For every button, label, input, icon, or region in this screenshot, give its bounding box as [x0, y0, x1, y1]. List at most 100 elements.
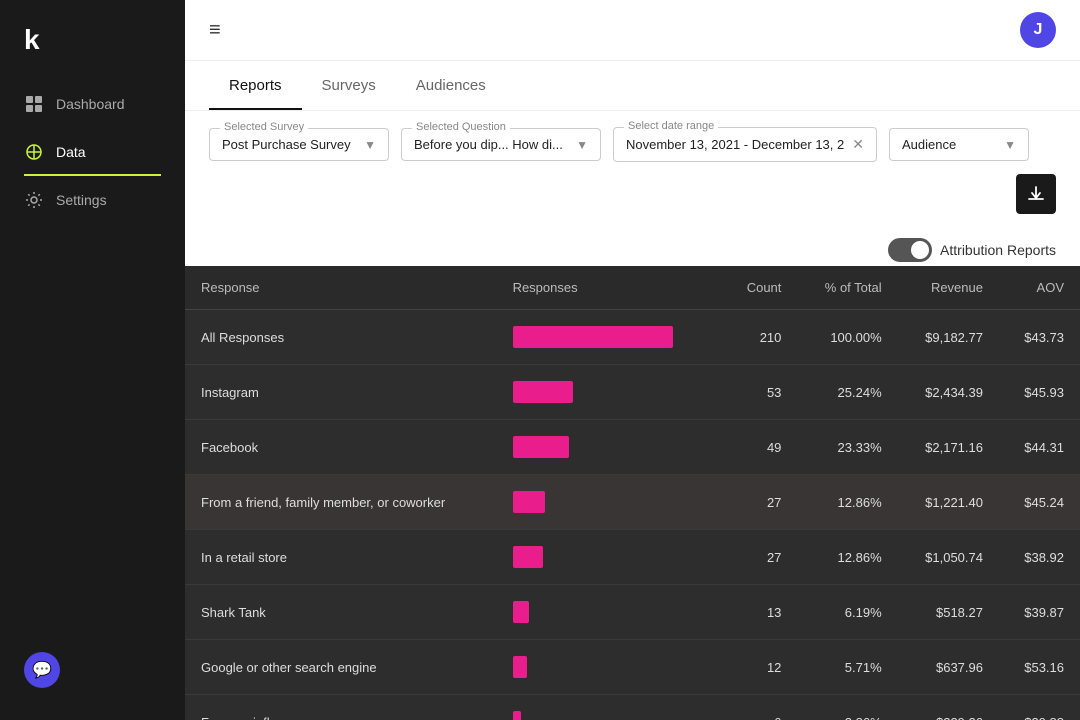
- cell-pct-total: 2.86%: [797, 695, 897, 720]
- toggle-knob: [911, 241, 929, 259]
- table-row: From an influencer62.86%$239.26$39.88: [185, 695, 1080, 720]
- selected-question-filter[interactable]: Selected Question Before you dip... How …: [401, 128, 601, 161]
- cell-pct-total: 100.00%: [797, 310, 897, 365]
- cell-revenue: $9,182.77: [898, 310, 999, 365]
- cell-bar: [497, 475, 723, 530]
- attribution-label: Attribution Reports: [940, 242, 1056, 258]
- col-pct-total: % of Total: [797, 266, 897, 310]
- cell-bar: [497, 530, 723, 585]
- tab-audiences[interactable]: Audiences: [396, 61, 506, 110]
- survey-dropdown-arrow: ▼: [364, 138, 376, 152]
- cell-aov: $39.88: [999, 695, 1080, 720]
- data-icon: [24, 142, 44, 162]
- date-range-label: Select date range: [624, 120, 718, 132]
- table-header-row: Response Responses Count % of Total Reve…: [185, 266, 1080, 310]
- cell-revenue: $1,221.40: [898, 475, 999, 530]
- cell-response: All Responses: [185, 310, 497, 365]
- cell-bar: [497, 420, 723, 475]
- sidebar-item-data[interactable]: Data: [0, 128, 185, 176]
- header-left: ≡: [209, 19, 229, 42]
- selected-survey-label: Selected Survey: [220, 121, 308, 133]
- cell-bar: [497, 695, 723, 720]
- table-body: All Responses210100.00%$9,182.77$43.73In…: [185, 310, 1080, 720]
- header: ≡ J: [185, 0, 1080, 61]
- date-range-filter[interactable]: Select date range November 13, 2021 - De…: [613, 127, 877, 162]
- col-aov: AOV: [999, 266, 1080, 310]
- cell-aov: $38.92: [999, 530, 1080, 585]
- sidebar-item-data-label: Data: [56, 144, 86, 160]
- user-avatar[interactable]: J: [1020, 12, 1056, 48]
- sidebar-bottom: 💬: [0, 636, 84, 704]
- cell-count: 27: [722, 530, 797, 585]
- cell-count: 12: [722, 640, 797, 695]
- toggle-switch[interactable]: [888, 238, 932, 262]
- cell-bar: [497, 365, 723, 420]
- cell-pct-total: 12.86%: [797, 475, 897, 530]
- cell-pct-total: 23.33%: [797, 420, 897, 475]
- sidebar: k Dashboard Data: [0, 0, 185, 720]
- sidebar-item-settings[interactable]: Settings: [0, 176, 185, 224]
- selected-survey-value[interactable]: Post Purchase Survey ▼: [222, 137, 376, 152]
- audience-value[interactable]: Audience ▼: [902, 137, 1016, 152]
- cell-revenue: $2,434.39: [898, 365, 999, 420]
- col-count: Count: [722, 266, 797, 310]
- cell-bar: [497, 310, 723, 365]
- cell-revenue: $1,050.74: [898, 530, 999, 585]
- cell-revenue: $518.27: [898, 585, 999, 640]
- cell-revenue: $239.26: [898, 695, 999, 720]
- cell-count: 53: [722, 365, 797, 420]
- cell-revenue: $637.96: [898, 640, 999, 695]
- cell-bar: [497, 585, 723, 640]
- cell-response: Google or other search engine: [185, 640, 497, 695]
- cell-count: 49: [722, 420, 797, 475]
- col-responses: Responses: [497, 266, 723, 310]
- cell-aov: $53.16: [999, 640, 1080, 695]
- cell-pct-total: 6.19%: [797, 585, 897, 640]
- sidebar-nav: Dashboard Data Settings: [0, 80, 185, 224]
- table-row: From a friend, family member, or coworke…: [185, 475, 1080, 530]
- attribution-toggle[interactable]: Attribution Reports: [888, 238, 1056, 262]
- tabs-bar: Reports Surveys Audiences: [185, 61, 1080, 111]
- cell-revenue: $2,171.16: [898, 420, 999, 475]
- cell-response: From an influencer: [185, 695, 497, 720]
- cell-response: In a retail store: [185, 530, 497, 585]
- chat-button[interactable]: 💬: [24, 652, 60, 688]
- table-row: All Responses210100.00%$9,182.77$43.73: [185, 310, 1080, 365]
- date-range-value: November 13, 2021 - December 13, 2: [626, 137, 844, 152]
- audience-filter[interactable]: Audience ▼: [889, 128, 1029, 161]
- tab-surveys[interactable]: Surveys: [302, 61, 396, 110]
- tab-reports[interactable]: Reports: [209, 61, 302, 110]
- date-clear-icon[interactable]: ✕: [852, 136, 864, 153]
- table-row: Facebook 4923.33%$2,171.16$44.31: [185, 420, 1080, 475]
- sidebar-item-settings-label: Settings: [56, 192, 107, 208]
- download-button[interactable]: [1016, 174, 1056, 214]
- hamburger-icon[interactable]: ≡: [209, 19, 221, 42]
- cell-aov: $45.24: [999, 475, 1080, 530]
- question-dropdown-arrow: ▼: [576, 138, 588, 152]
- settings-icon: [24, 190, 44, 210]
- cell-aov: $45.93: [999, 365, 1080, 420]
- attribution-row: Attribution Reports: [185, 230, 1080, 266]
- table-row: Shark Tank136.19%$518.27$39.87: [185, 585, 1080, 640]
- cell-response: Shark Tank: [185, 585, 497, 640]
- audience-dropdown-arrow: ▼: [1004, 138, 1016, 152]
- col-revenue: Revenue: [898, 266, 999, 310]
- cell-pct-total: 5.71%: [797, 640, 897, 695]
- selected-survey-filter[interactable]: Selected Survey Post Purchase Survey ▼: [209, 128, 389, 161]
- cell-response: Instagram: [185, 365, 497, 420]
- cell-response: From a friend, family member, or coworke…: [185, 475, 497, 530]
- selected-question-value[interactable]: Before you dip... How di... ▼: [414, 137, 588, 152]
- logo: k: [0, 16, 62, 80]
- data-table: Response Responses Count % of Total Reve…: [185, 266, 1080, 720]
- cell-aov: $39.87: [999, 585, 1080, 640]
- cell-aov: $44.31: [999, 420, 1080, 475]
- cell-count: 27: [722, 475, 797, 530]
- data-table-container: Response Responses Count % of Total Reve…: [185, 266, 1080, 720]
- main-content: ≡ J Reports Surveys Audiences Selected S…: [185, 0, 1080, 720]
- cell-count: 210: [722, 310, 797, 365]
- sidebar-item-dashboard[interactable]: Dashboard: [0, 80, 185, 128]
- col-response: Response: [185, 266, 497, 310]
- table-row: Google or other search engine 125.71%$637…: [185, 640, 1080, 695]
- cell-response: Facebook: [185, 420, 497, 475]
- table-row: In a retail store2712.86%$1,050.74$38.92: [185, 530, 1080, 585]
